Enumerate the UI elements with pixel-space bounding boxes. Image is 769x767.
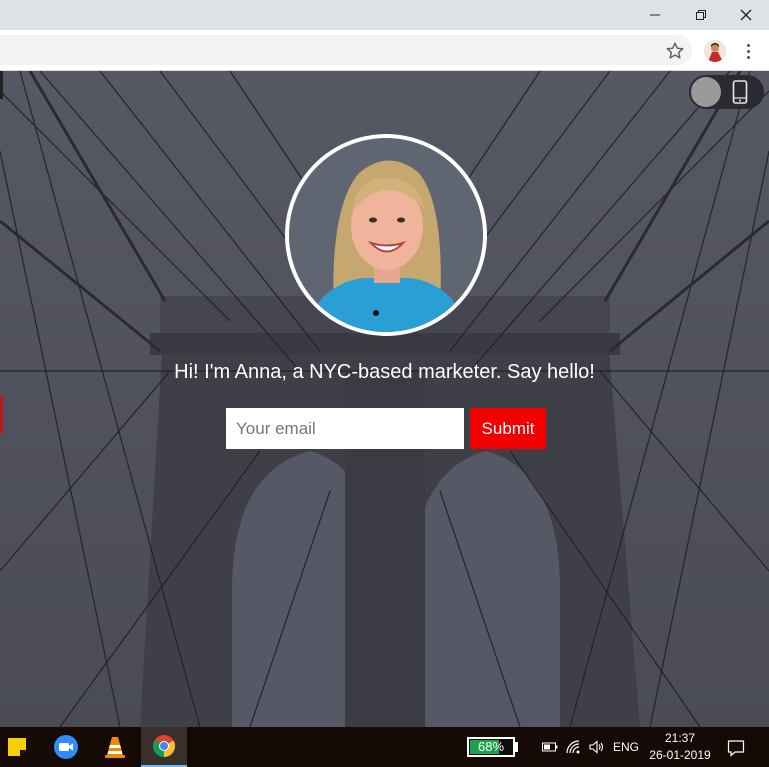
speaker-icon	[589, 740, 604, 754]
kebab-menu-icon[interactable]	[740, 40, 756, 62]
minimize-button[interactable]	[632, 0, 678, 30]
battery-percent: 68%	[477, 739, 505, 754]
toggle-knob[interactable]	[691, 77, 721, 107]
sticky-notes-app[interactable]	[0, 727, 34, 767]
clock-time: 21:37	[664, 731, 696, 745]
page-edge-strip	[0, 71, 3, 99]
close-icon	[740, 9, 752, 21]
close-button[interactable]	[723, 0, 769, 30]
system-clock[interactable]: 21:37 26-01-2019	[648, 730, 712, 764]
window-titlebar	[0, 0, 769, 30]
input-language[interactable]: ENG	[613, 727, 639, 767]
email-field[interactable]	[226, 408, 464, 449]
address-bar[interactable]	[0, 35, 692, 65]
action-center-button[interactable]	[723, 735, 749, 761]
chrome-app[interactable]	[141, 727, 187, 767]
wifi-tray[interactable]	[565, 737, 583, 757]
headline-text: Hi! I'm Anna, a NYC-based marketer. Say …	[174, 361, 595, 383]
sticky-notes-icon	[8, 738, 26, 756]
device-preview-toggle[interactable]	[689, 75, 764, 109]
windows-taskbar: 68% ENG 21:37 26-01-2019	[0, 727, 769, 767]
vlc-icon	[105, 737, 125, 758]
restore-icon	[696, 10, 706, 20]
smartphone-icon[interactable]	[732, 80, 748, 104]
star-icon[interactable]	[664, 40, 686, 62]
chrome-icon	[153, 735, 175, 757]
vlc-app[interactable]	[92, 727, 138, 767]
zoom-icon	[54, 735, 78, 759]
battery-cap	[515, 742, 518, 752]
minimize-icon	[650, 14, 660, 16]
profile-photo	[289, 138, 483, 332]
volume-tray[interactable]	[588, 737, 606, 757]
submit-button[interactable]: Submit	[470, 408, 546, 449]
wifi-icon	[566, 740, 580, 754]
notification-icon	[727, 740, 745, 757]
page-edge-strip-red	[0, 396, 3, 434]
profile-avatar[interactable]	[704, 40, 726, 62]
clock-date: 26-01-2019	[649, 748, 711, 762]
battery-indicator[interactable]: 68%	[467, 737, 515, 757]
page-viewport: Hi! I'm Anna, a NYC-based marketer. Say …	[0, 71, 769, 727]
power-tray[interactable]	[541, 737, 559, 757]
browser-toolbar	[0, 30, 769, 71]
zoom-app[interactable]	[43, 727, 89, 767]
restore-button[interactable]	[678, 0, 724, 30]
battery-tray-icon	[542, 742, 558, 752]
profile-photo-frame	[285, 134, 487, 336]
